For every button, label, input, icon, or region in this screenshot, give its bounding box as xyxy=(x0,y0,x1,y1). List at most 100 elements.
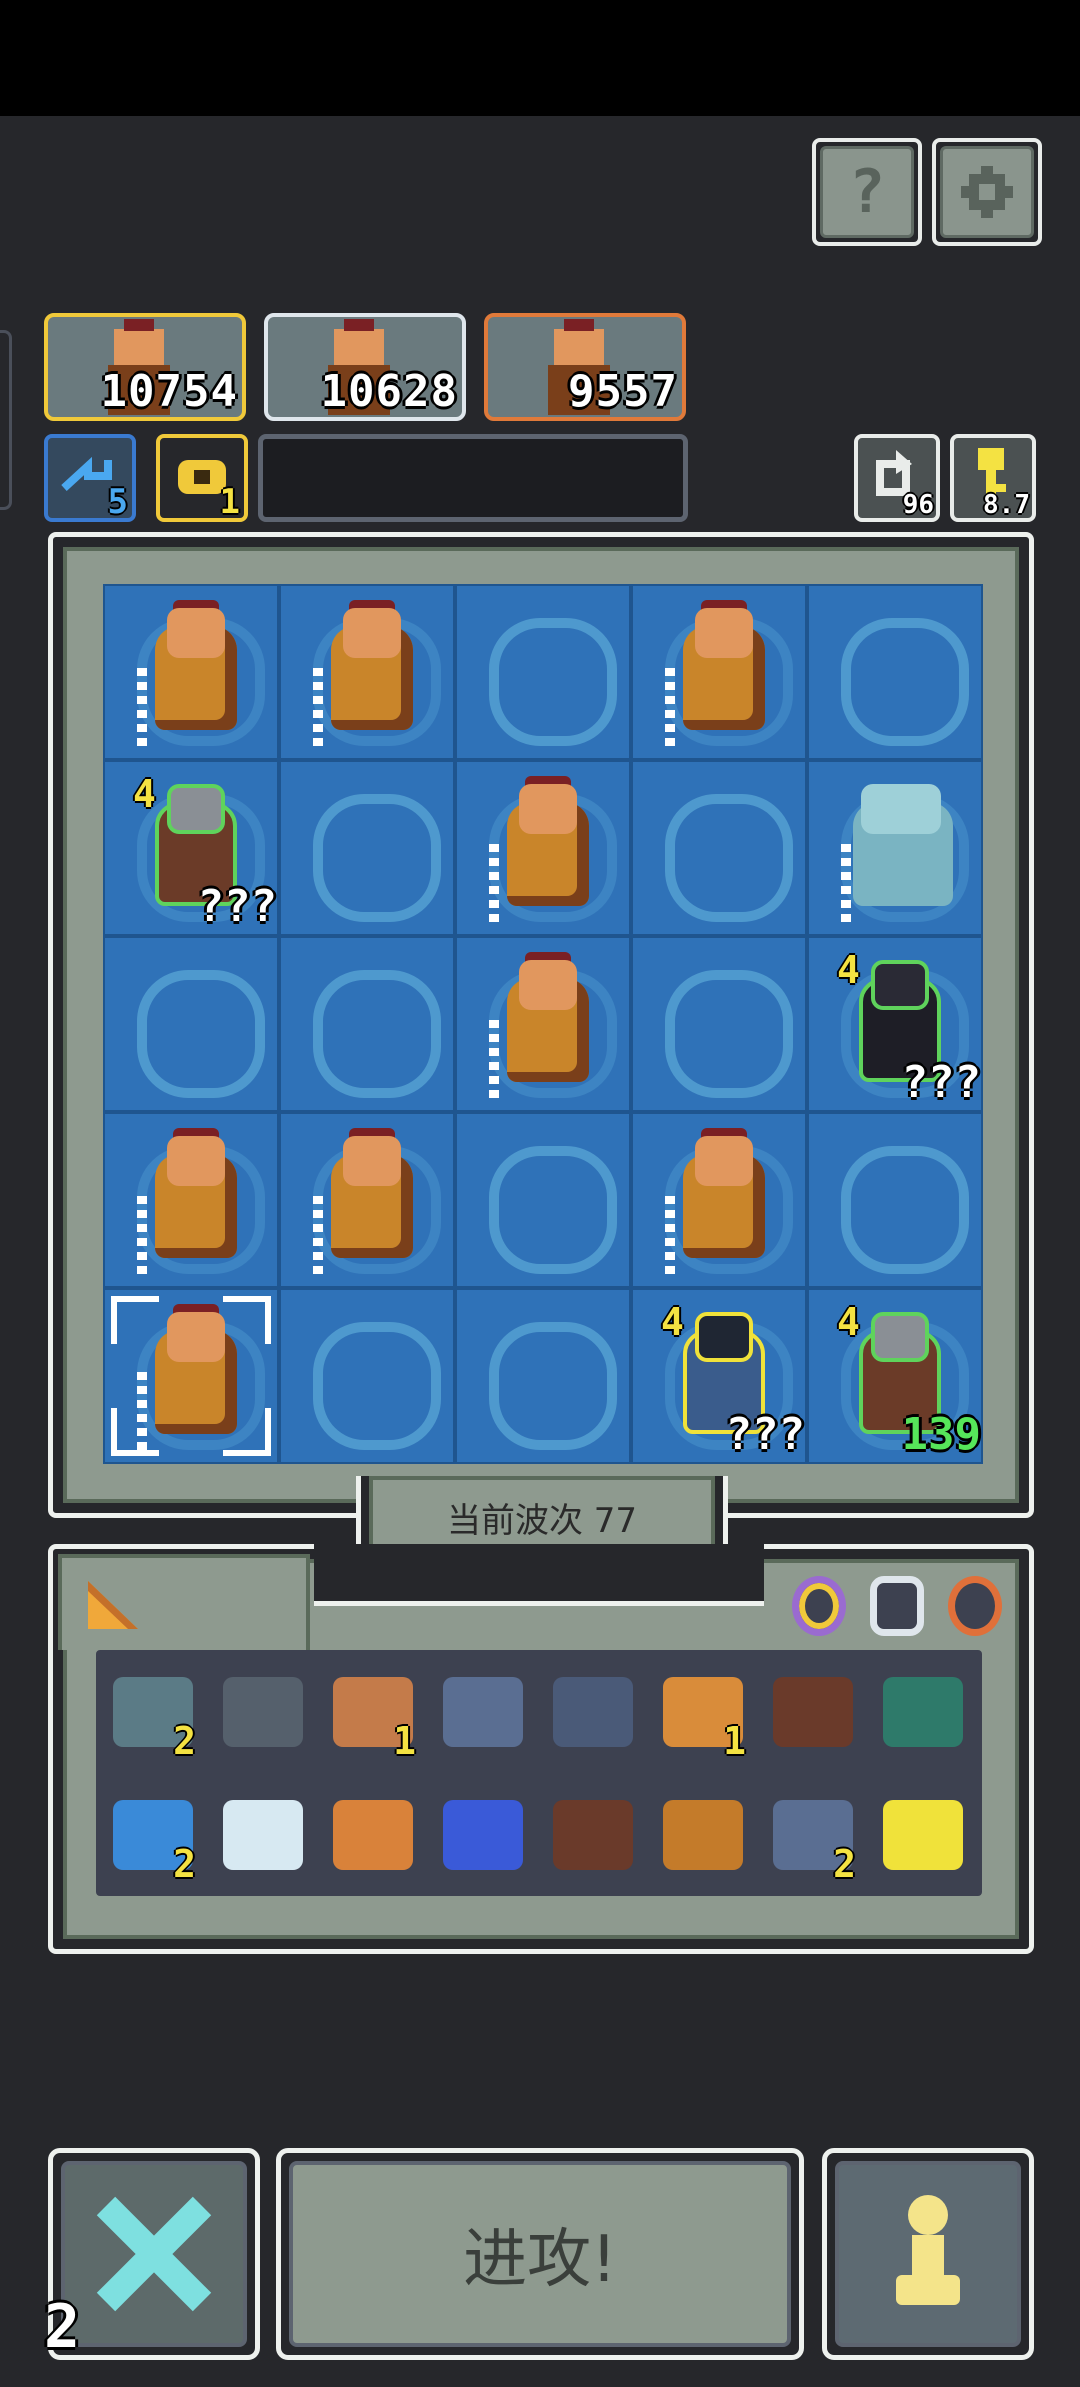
board-cell[interactable] xyxy=(279,1112,455,1288)
side-drawer-handle[interactable] xyxy=(0,330,12,510)
board-cell[interactable] xyxy=(279,1288,455,1464)
warrior-unit[interactable] xyxy=(127,1302,259,1454)
gate-icon xyxy=(883,1676,963,1747)
inventory-tab[interactable] xyxy=(58,1554,310,1650)
frame-icon xyxy=(663,1799,743,1870)
board-cell[interactable] xyxy=(455,936,631,1112)
mage-unit[interactable]: 4??? xyxy=(655,1300,805,1460)
inventory-item[interactable] xyxy=(428,1773,538,1896)
armor-filter-icon[interactable] xyxy=(870,1576,924,1636)
hero-card-gold[interactable]: 10754 xyxy=(44,313,246,421)
inventory-item[interactable] xyxy=(208,1773,318,1896)
board-cell[interactable] xyxy=(103,584,279,760)
knight-unit[interactable]: 4 139 xyxy=(831,1300,981,1460)
inventory-item[interactable]: 1 xyxy=(648,1650,758,1773)
help-button[interactable]: ? xyxy=(812,138,922,246)
pawn-button[interactable] xyxy=(822,2148,1034,2360)
board-cell[interactable] xyxy=(455,760,631,936)
hero-card-silver[interactable]: 10628 xyxy=(264,313,466,421)
inventory-item[interactable] xyxy=(758,1650,868,1773)
board-cell[interactable] xyxy=(279,760,455,936)
stack-ladder-icon xyxy=(137,668,147,748)
shield-icon xyxy=(223,1676,303,1747)
board-cell[interactable] xyxy=(631,584,807,760)
inventory-item[interactable] xyxy=(868,1773,978,1896)
warrior-unit[interactable] xyxy=(655,598,787,750)
coin-resource[interactable]: 1 xyxy=(156,434,248,522)
warrior-unit[interactable] xyxy=(479,950,611,1102)
unit-level: 4 xyxy=(837,948,860,992)
item-count: 1 xyxy=(393,1719,416,1763)
cross-swords-icon xyxy=(96,2196,212,2312)
swap-resource[interactable]: 5 xyxy=(44,434,136,522)
board-cell[interactable] xyxy=(103,1112,279,1288)
board-cell[interactable]: 4 139 xyxy=(807,1288,983,1464)
key-value: 8.7 xyxy=(983,490,1030,520)
board-cell[interactable] xyxy=(103,936,279,1112)
knight-unit[interactable]: 4??? xyxy=(127,772,277,932)
hero-card-bronze[interactable]: 9557 xyxy=(484,313,686,421)
unit-level: 4 xyxy=(133,772,156,816)
inventory-item[interactable]: 2 xyxy=(98,1650,208,1773)
board-cell[interactable] xyxy=(807,1112,983,1288)
board-cell[interactable] xyxy=(631,1112,807,1288)
portrait-icon xyxy=(443,1676,523,1747)
status-bar xyxy=(0,0,1080,116)
board-cell[interactable]: 4??? xyxy=(103,760,279,936)
refresh-value: 96 xyxy=(902,490,934,520)
skip-count: 2 xyxy=(44,2292,81,2362)
inventory-item[interactable] xyxy=(428,1650,538,1773)
key-counter[interactable]: 8.7 xyxy=(950,434,1036,522)
board-cell[interactable]: 4??? xyxy=(807,936,983,1112)
inventory-item[interactable]: 2 xyxy=(758,1773,868,1896)
item-count: 1 xyxy=(723,1719,746,1763)
stack-ladder-icon xyxy=(137,1372,147,1452)
board-cell[interactable] xyxy=(631,760,807,936)
unit-tag: ??? xyxy=(197,881,277,932)
inventory-item[interactable] xyxy=(538,1650,648,1773)
settings-button[interactable] xyxy=(932,138,1042,246)
inventory-item[interactable] xyxy=(538,1773,648,1896)
attack-button[interactable]: 进攻! xyxy=(276,2148,804,2360)
board-cell[interactable] xyxy=(279,584,455,760)
board-cell[interactable] xyxy=(807,584,983,760)
inventory-item[interactable] xyxy=(318,1773,428,1896)
attack-label: 进攻! xyxy=(463,2223,617,2297)
refresh-counter[interactable]: 96 xyxy=(854,434,940,522)
gauntlet-icon xyxy=(553,1676,633,1747)
pawn-icon xyxy=(896,2195,960,2305)
item-count: 2 xyxy=(833,1842,856,1886)
item-count: 2 xyxy=(173,1719,196,1763)
book-icon xyxy=(773,1676,853,1747)
inventory-item[interactable] xyxy=(868,1650,978,1773)
board-cell[interactable] xyxy=(455,1288,631,1464)
inventory-item[interactable]: 1 xyxy=(318,1650,428,1773)
board-cell[interactable] xyxy=(631,936,807,1112)
board-cell[interactable]: 4??? xyxy=(631,1288,807,1464)
stack-ladder-icon xyxy=(313,1196,323,1276)
item-count: 2 xyxy=(173,1842,196,1886)
warrior-unit[interactable] xyxy=(303,598,435,750)
stack-ladder-icon xyxy=(137,1196,147,1276)
board-cell[interactable] xyxy=(279,936,455,1112)
ring-filter-icon[interactable] xyxy=(948,1576,1002,1636)
warrior-unit[interactable] xyxy=(127,1126,259,1278)
ogre-unit[interactable] xyxy=(831,774,963,926)
unit-level: 4 xyxy=(661,1300,684,1344)
inventory-item[interactable] xyxy=(648,1773,758,1896)
warrior-unit[interactable] xyxy=(655,1126,787,1278)
stack-ladder-icon xyxy=(313,668,323,748)
warrior-unit[interactable] xyxy=(127,598,259,750)
warrior-unit[interactable] xyxy=(303,1126,435,1278)
amulet-filter-icon[interactable] xyxy=(792,1576,846,1636)
board-cell[interactable] xyxy=(807,760,983,936)
inventory-item[interactable] xyxy=(208,1650,318,1773)
board-cell[interactable] xyxy=(103,1288,279,1464)
inventory-item[interactable]: 2 xyxy=(98,1773,208,1896)
witch-unit[interactable]: 4??? xyxy=(831,948,981,1108)
battle-axe-icon xyxy=(883,1799,963,1870)
stack-ladder-icon xyxy=(489,844,499,924)
board-cell[interactable] xyxy=(455,1112,631,1288)
board-cell[interactable] xyxy=(455,584,631,760)
warrior-unit[interactable] xyxy=(479,774,611,926)
